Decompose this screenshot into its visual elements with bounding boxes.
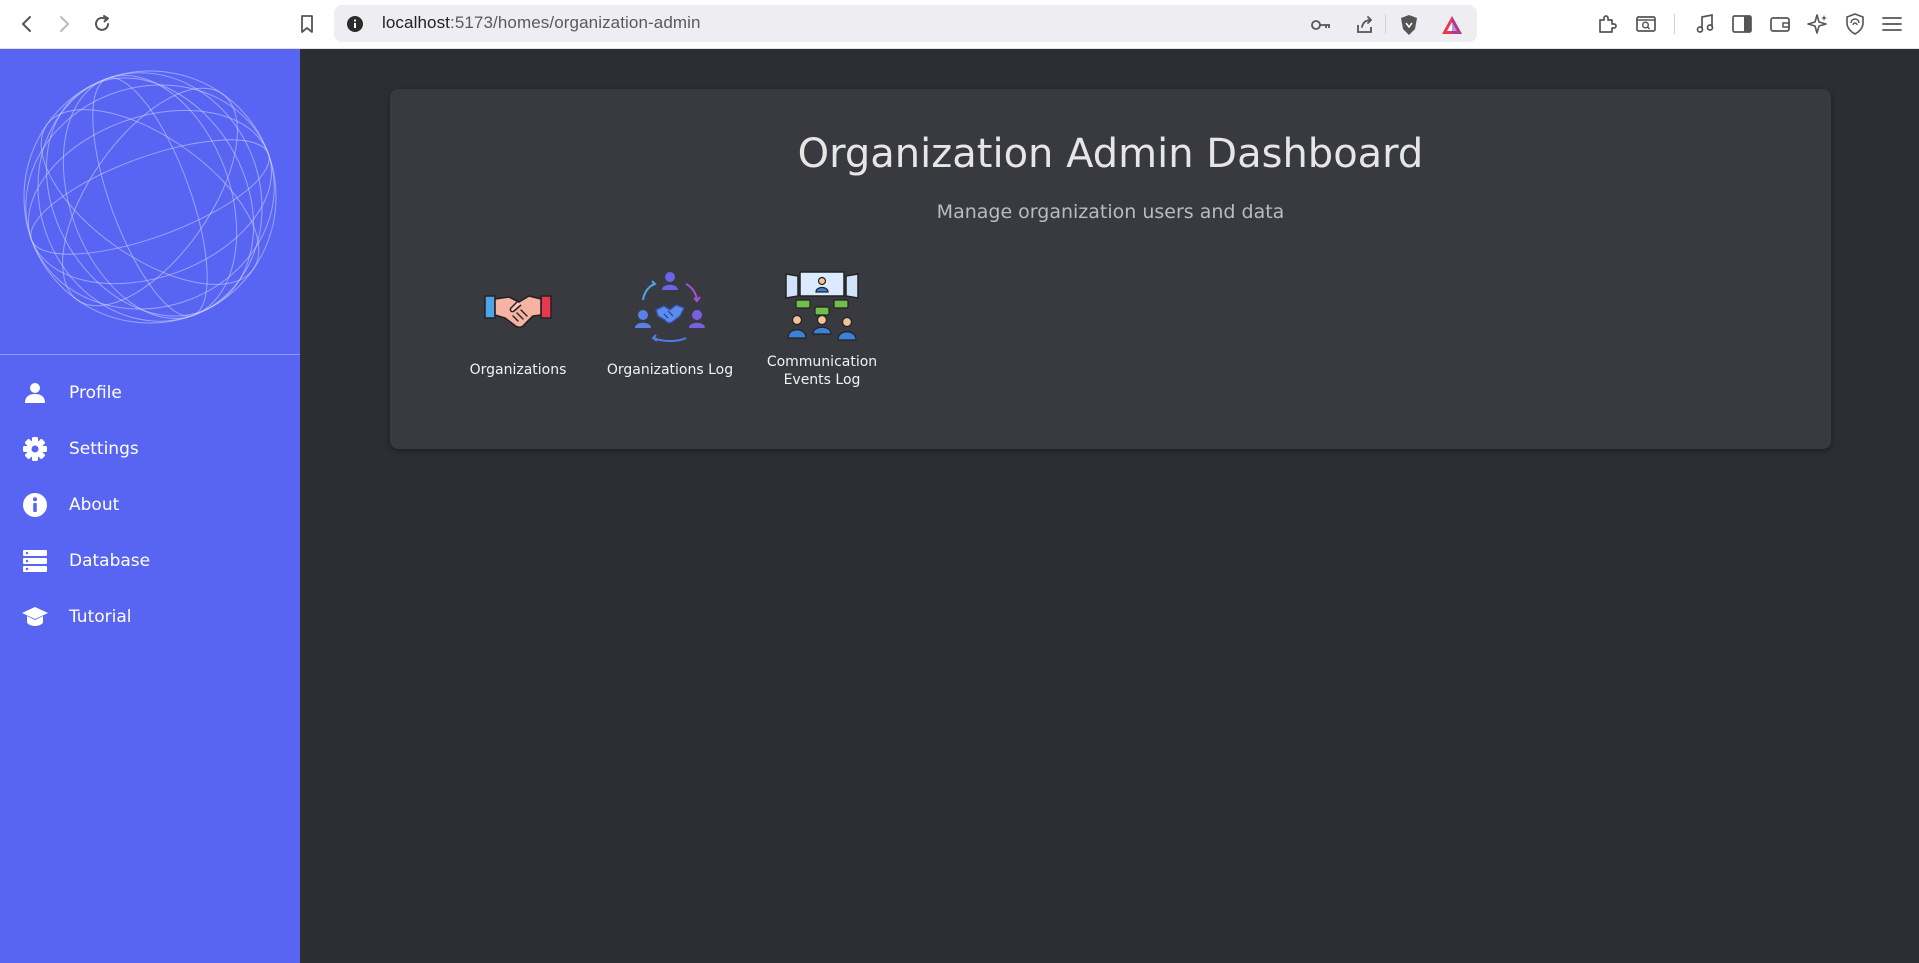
main-content: Organization Admin Dashboard Manage orga… <box>300 49 1919 963</box>
reload-icon[interactable] <box>89 11 115 37</box>
sidebar-menu: Profile Settings About Database Tutorial <box>0 365 300 645</box>
person-icon <box>20 378 50 408</box>
meeting-screens-icon <box>784 269 860 345</box>
sidebar-toggle-icon[interactable] <box>1729 11 1755 37</box>
tab-search-icon[interactable] <box>1633 11 1659 37</box>
page-title: Organization Admin Dashboard <box>797 131 1424 177</box>
brave-rewards-icon[interactable] <box>1441 14 1463 36</box>
wallet-icon[interactable] <box>1767 11 1793 37</box>
address-bar[interactable]: localhost:5173/homes/organization-admin <box>334 5 1477 42</box>
extensions-icon[interactable] <box>1594 11 1620 37</box>
sidebar-divider <box>0 354 300 355</box>
sidebar-item-about[interactable]: About <box>0 477 300 533</box>
bookmark-icon[interactable] <box>294 11 320 37</box>
share-icon[interactable] <box>1354 14 1376 36</box>
vpn-shield-icon[interactable] <box>1842 11 1868 37</box>
media-music-icon[interactable] <box>1692 11 1718 37</box>
leo-ai-icon[interactable] <box>1805 11 1831 37</box>
page-subtitle: Manage organization users and data <box>936 201 1285 223</box>
forward-arrow-icon[interactable] <box>51 11 77 37</box>
menu-hamburger-icon[interactable] <box>1879 11 1905 37</box>
browser-toolbar: localhost:5173/homes/organization-admin <box>0 0 1919 49</box>
handshake-icon <box>480 269 556 345</box>
database-icon <box>20 546 50 576</box>
info-icon <box>20 490 50 520</box>
toolbar-separator <box>1674 14 1675 34</box>
sidebar-item-label: Profile <box>69 383 122 403</box>
tile-label: Organizations <box>469 362 567 378</box>
sidebar-item-database[interactable]: Database <box>0 533 300 589</box>
site-info-icon[interactable] <box>346 15 364 33</box>
key-icon[interactable] <box>1310 14 1332 36</box>
dashboard-card: Organization Admin Dashboard Manage orga… <box>390 89 1831 449</box>
gear-icon <box>20 434 50 464</box>
sidebar: Profile Settings About Database Tutorial <box>0 49 300 963</box>
sidebar-item-settings[interactable]: Settings <box>0 421 300 477</box>
tile-label: Communication Events Log <box>766 354 878 388</box>
url-text[interactable]: localhost:5173/homes/organization-admin <box>382 13 701 33</box>
back-arrow-icon[interactable] <box>14 11 40 37</box>
graduation-cap-icon <box>20 602 50 632</box>
dashboard-tiles: Organizations Organizations Log Communic… <box>442 269 898 389</box>
network-handshake-icon <box>632 269 708 345</box>
sidebar-item-label: About <box>69 495 120 515</box>
url-separator <box>1385 14 1386 34</box>
organizations-tile[interactable]: Organizations <box>442 269 594 389</box>
sidebar-item-profile[interactable]: Profile <box>0 365 300 421</box>
globe-logo <box>20 67 280 327</box>
organizations-log-tile[interactable]: Organizations Log <box>594 269 746 389</box>
sidebar-item-label: Settings <box>69 439 139 459</box>
brave-shield-icon[interactable] <box>1398 14 1420 36</box>
sidebar-item-label: Database <box>69 551 151 571</box>
communication-events-log-tile[interactable]: Communication Events Log <box>746 269 898 389</box>
sidebar-item-tutorial[interactable]: Tutorial <box>0 589 300 645</box>
sidebar-item-label: Tutorial <box>69 607 132 627</box>
tile-label: Organizations Log <box>606 362 734 378</box>
